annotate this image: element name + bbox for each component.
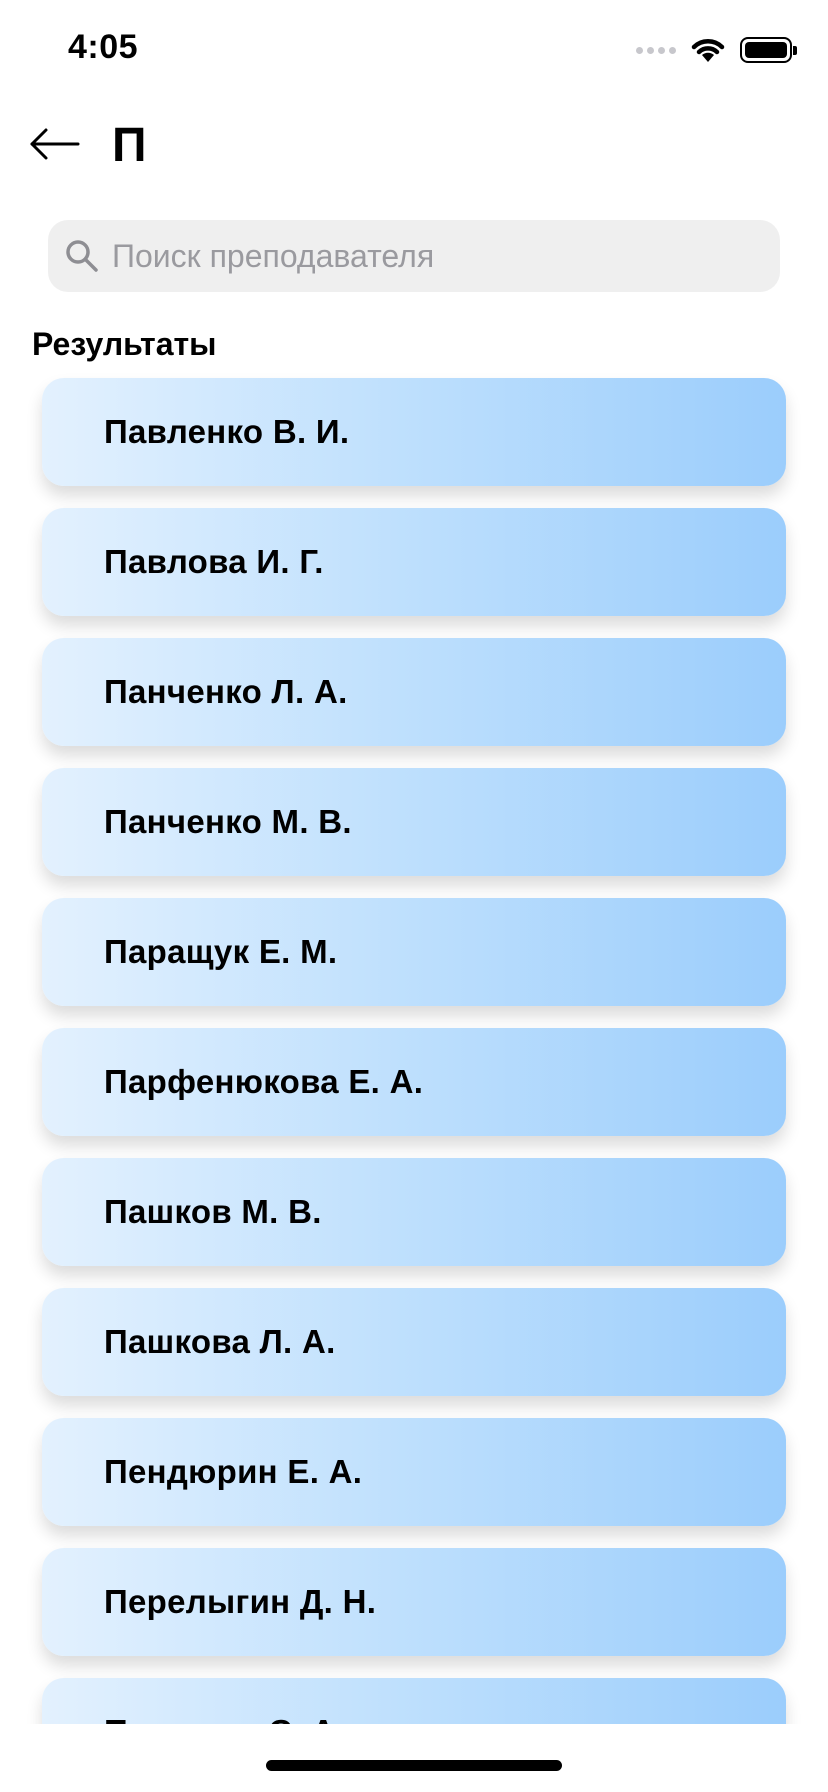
battery-icon — [740, 37, 797, 63]
page-title: П — [112, 119, 147, 172]
teacher-list-item[interactable]: Парфенюкова Е. А. — [42, 1028, 786, 1136]
teacher-name: Павленко В. И. — [104, 413, 350, 450]
arrow-left-icon — [30, 128, 80, 160]
status-time: 4:05 — [68, 28, 139, 66]
teacher-list-item[interactable]: Пендюрин Е. А. — [42, 1418, 786, 1526]
cellular-signal-icon — [636, 46, 676, 54]
results-list[interactable]: Павленко В. И. Павлова И. Г. Панченко Л. А… — [0, 372, 828, 1724]
teacher-name: Петренко С. А. — [104, 1713, 345, 1724]
teacher-list-item[interactable]: Павлова И. Г. — [42, 508, 786, 616]
status-icons — [636, 36, 797, 64]
search-icon — [66, 240, 98, 272]
search-input[interactable] — [100, 220, 780, 292]
status-bar: 4:05 — [0, 0, 828, 100]
teacher-name: Пашков М. В. — [104, 1193, 322, 1230]
teacher-list-item[interactable]: Павленко В. И. — [42, 378, 786, 486]
teacher-name: Парфенюкова Е. А. — [104, 1063, 424, 1100]
teacher-list-item[interactable]: Перелыгин Д. Н. — [42, 1548, 786, 1656]
results-heading: Результаты — [32, 326, 217, 362]
teacher-name: Пендюрин Е. А. — [104, 1453, 363, 1490]
home-indicator — [266, 1760, 562, 1771]
teacher-name: Павлова И. Г. — [104, 543, 324, 580]
teacher-name: Пашкова Л. А. — [104, 1323, 336, 1360]
teacher-list-item[interactable]: Петренко С. А. — [42, 1678, 786, 1724]
teacher-list-item[interactable]: Панченко Л. А. — [42, 638, 786, 746]
wifi-icon — [691, 39, 725, 62]
teacher-list-item[interactable]: Пашков М. В. — [42, 1158, 786, 1266]
teacher-name: Панченко Л. А. — [104, 673, 348, 710]
search-bar[interactable] — [48, 220, 780, 292]
teacher-name: Панченко М. В. — [104, 803, 352, 840]
back-button[interactable] — [28, 124, 84, 164]
teacher-name: Паращук Е. М. — [104, 933, 338, 970]
nav-bar: П — [0, 108, 828, 180]
teacher-name: Перелыгин Д. Н. — [104, 1583, 377, 1620]
teacher-list-item[interactable]: Пашкова Л. А. — [42, 1288, 786, 1396]
teacher-list-item[interactable]: Паращук Е. М. — [42, 898, 786, 1006]
teacher-list-item[interactable]: Панченко М. В. — [42, 768, 786, 876]
